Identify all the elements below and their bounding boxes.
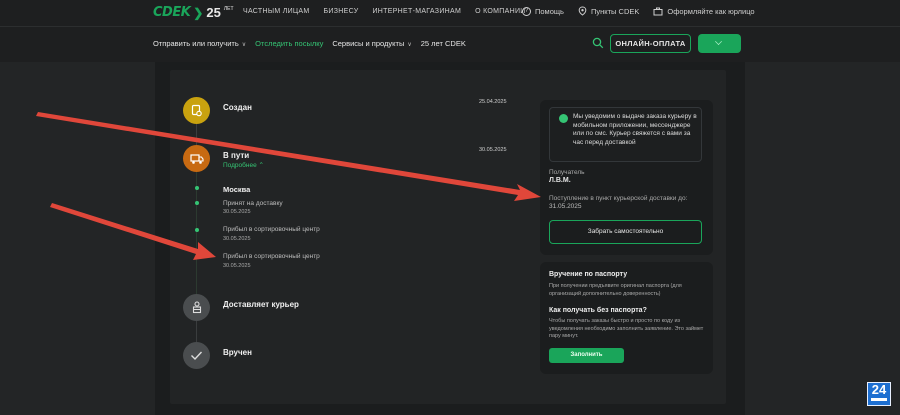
watermark-bar xyxy=(871,398,887,401)
anniversary-suffix: ЛЕТ xyxy=(223,5,234,12)
event-text: Прибыл в сортировочный центр xyxy=(223,226,320,233)
nav-track[interactable]: Отследить посылку xyxy=(255,39,323,48)
link-private[interactable]: ЧАСТНЫМ ЛИЦАМ xyxy=(243,8,310,15)
event-text: Принят на доставку xyxy=(223,200,283,207)
main-nav: Отправить или получить ∨ Отследить посылк… xyxy=(0,26,900,62)
more-details-link[interactable]: Подробнее ⌃ xyxy=(223,161,264,169)
search-icon[interactable] xyxy=(592,37,604,49)
cdek-logo[interactable]: CDEK ❯ 25 ЛЕТ xyxy=(153,5,234,20)
step-delivered-title: Вручен xyxy=(223,348,252,357)
link-about[interactable]: О КОМПАНИИ xyxy=(475,8,525,15)
watermark-logo: 24 xyxy=(867,382,891,406)
timeline-connector xyxy=(196,124,197,146)
chat-icon xyxy=(559,114,568,123)
online-payment-button[interactable]: ОНЛАЙН-ОПЛАТА xyxy=(610,34,691,53)
step-transit-title: В пути xyxy=(223,151,250,160)
no-passport-text: Чтобы получать заказы быстро и просто по… xyxy=(549,318,704,339)
chevron-down-icon: ∨ xyxy=(241,42,247,48)
chevron-down-icon xyxy=(715,38,722,45)
passport-text: При получении предъявите оригинал паспор… xyxy=(549,283,682,297)
anniversary-number: 25 xyxy=(206,5,221,20)
points-link[interactable]: Пункты CDEK xyxy=(578,6,639,16)
chevron-up-icon: ⌃ xyxy=(258,162,264,169)
truck-icon xyxy=(189,153,204,164)
recipient-value: Л.В.М. xyxy=(549,177,571,184)
transit-status-icon xyxy=(183,145,210,172)
nav-links: Отправить или получить ∨ Отследить посылк… xyxy=(153,39,466,48)
pickup-yourself-button[interactable]: Забрать самостоятельно xyxy=(549,220,702,244)
watermark-text: 24 xyxy=(871,382,887,397)
arrival-date: 31.05.2025 xyxy=(549,203,582,210)
recipient-label: Получатель xyxy=(549,169,585,176)
passport-title: Вручение по паспорту xyxy=(549,271,628,278)
help-icon: ? xyxy=(522,6,531,16)
notification-text: Мы уведомим о выдаче заказа курьеру в мо… xyxy=(573,113,697,146)
event-date: 30.05.2025 xyxy=(223,263,251,269)
help-label: Помощь xyxy=(535,6,564,16)
step-courier-title: Доставляет курьер xyxy=(223,300,299,309)
step-created-date: 25.04.2025 xyxy=(479,99,507,105)
legal-label: Оформляйте как юрлицо xyxy=(667,6,755,16)
fill-form-button[interactable]: Заполнить xyxy=(549,348,624,363)
timeline-dot xyxy=(195,228,199,232)
link-business[interactable]: БИЗНЕСУ xyxy=(324,8,359,15)
timeline-dot xyxy=(195,201,199,205)
more-details-label: Подробнее xyxy=(223,162,257,169)
created-status-icon xyxy=(183,97,210,124)
nav-send[interactable]: Отправить или получить ∨ xyxy=(153,39,246,48)
nav-services-label: Сервисы и продукты xyxy=(332,39,405,48)
points-label: Пункты CDEK xyxy=(590,6,640,16)
account-button[interactable] xyxy=(698,34,741,53)
chevron-down-icon: ∨ xyxy=(407,42,412,48)
nav-years[interactable]: 25 лет CDEK xyxy=(421,39,466,48)
briefcase-icon xyxy=(653,7,663,15)
link-ecommerce[interactable]: ИНТЕРНЕТ-МАГАЗИНАМ xyxy=(372,8,461,15)
checkmark-icon xyxy=(191,351,203,361)
logo-text: CDEK xyxy=(153,5,191,20)
top-links: ЧАСТНЫМ ЛИЦАМ БИЗНЕСУ ИНТЕРНЕТ-МАГАЗИНАМ… xyxy=(243,8,526,15)
event-text: Прибыл в сортировочный центр xyxy=(223,253,320,260)
legal-link[interactable]: Оформляйте как юрлицо xyxy=(653,6,755,16)
document-icon xyxy=(191,104,202,117)
courier-icon xyxy=(192,301,201,314)
step-transit-date: 30.05.2025 xyxy=(479,147,507,153)
event-date: 30.05.2025 xyxy=(223,236,251,242)
city-name: Москва xyxy=(223,185,251,194)
delivered-status-icon xyxy=(183,342,210,369)
top-bar: CDEK ❯ 25 ЛЕТ ЧАСТНЫМ ЛИЦАМ БИЗНЕСУ ИНТЕ… xyxy=(0,0,900,26)
top-right-links: ? Помощь Пункты CDEK Оформляйте как юрли… xyxy=(522,6,755,16)
help-link[interactable]: ? Помощь xyxy=(522,6,564,16)
timeline-dot xyxy=(195,255,199,259)
no-passport-title: Как получать без паспорта? xyxy=(549,307,647,314)
event-date: 30.05.2025 xyxy=(223,209,251,215)
nav-services[interactable]: Сервисы и продукты ∨ xyxy=(332,39,411,48)
nav-send-label: Отправить или получить xyxy=(153,39,239,48)
timeline-dot xyxy=(195,186,199,190)
location-pin-icon xyxy=(578,6,587,16)
arrival-label: Поступление в пункт курьерской доставки … xyxy=(549,195,688,202)
step-created-title: Создан xyxy=(223,103,252,112)
chevron-right-icon: ❯ xyxy=(193,5,204,20)
courier-status-icon xyxy=(183,294,210,321)
timeline-connector xyxy=(196,172,197,296)
